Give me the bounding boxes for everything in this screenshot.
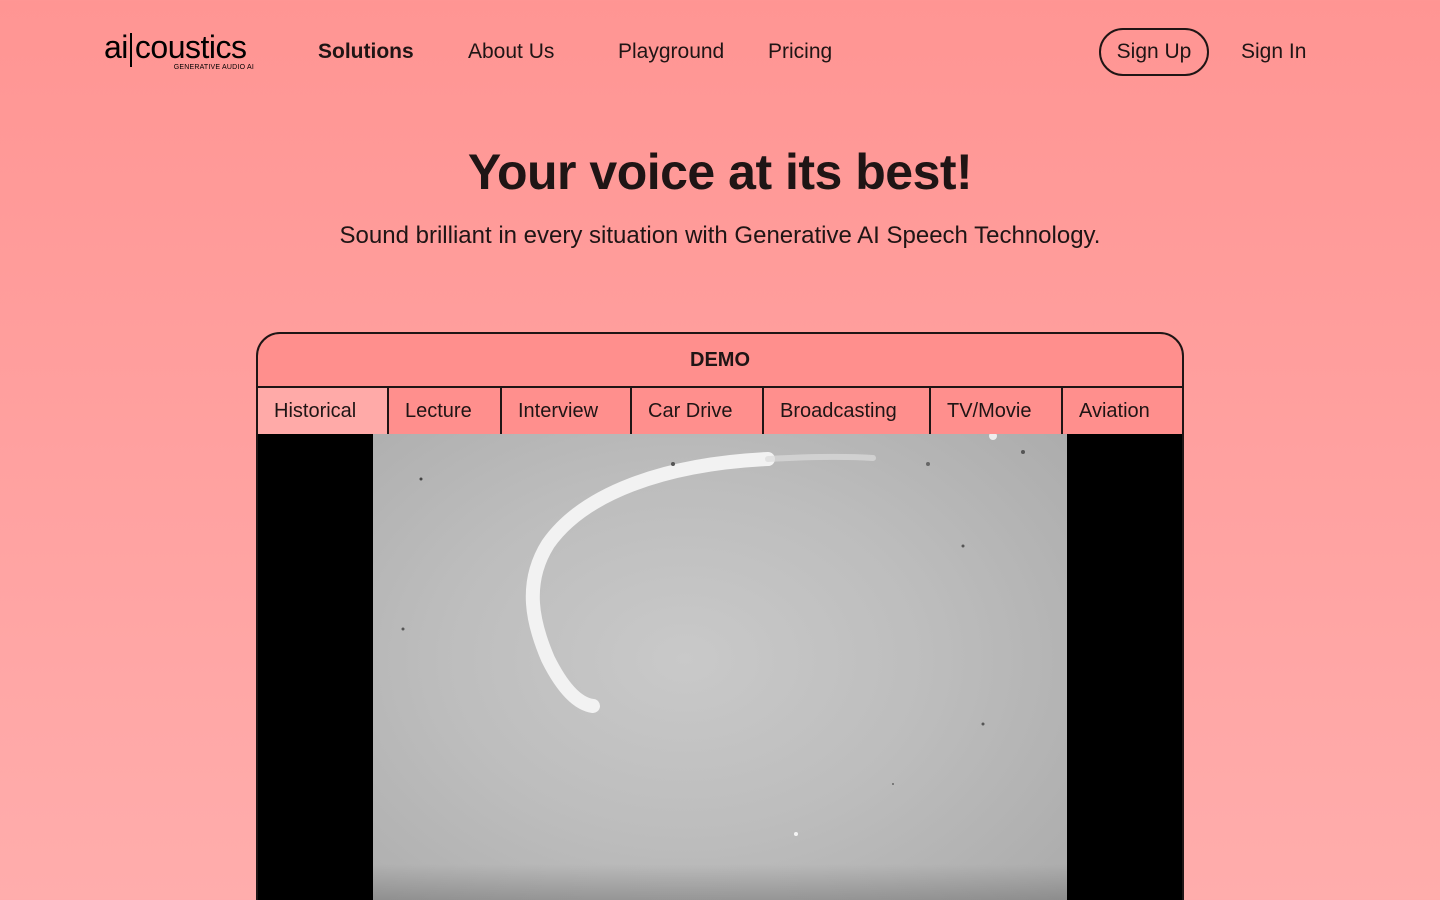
sign-up-button[interactable]: Sign Up [1099,28,1209,76]
nav-playground[interactable]: Playground [618,38,724,66]
tab-tv-movie[interactable]: TV/Movie [931,388,1063,434]
logo-tagline: GENERATIVE AUDIO AI [173,64,254,71]
tab-car-drive[interactable]: Car Drive [632,388,764,434]
demo-video-player[interactable] [258,434,1182,900]
tab-lecture[interactable]: Lecture [389,388,502,434]
brand-logo[interactable]: ai coustics GENERATIVE AUDIO AI [104,30,256,74]
tab-interview[interactable]: Interview [502,388,632,434]
video-frame [373,434,1067,900]
tab-broadcasting[interactable]: Broadcasting [764,388,931,434]
hero-title: Your voice at its best! [467,144,973,200]
demo-header: DEMO [258,334,1182,388]
logo-wordmark: ai coustics [104,29,247,67]
tab-aviation[interactable]: Aviation [1063,388,1182,434]
video-controls-shade [373,864,1067,900]
demo-tabs: Historical Lecture Interview Car Drive B… [258,388,1182,434]
nav-pricing[interactable]: Pricing [768,38,832,66]
top-navigation: ai coustics GENERATIVE AUDIO AI Solutions… [0,0,1440,104]
nav-about-us[interactable]: About Us [468,38,554,66]
sign-in-link[interactable]: Sign In [1241,38,1306,66]
logo-divider [129,33,132,67]
video-still-image [401,434,1025,836]
nav-solutions[interactable]: Solutions [318,38,414,66]
demo-panel: DEMO Historical Lecture Interview Car Dr… [256,332,1184,900]
tab-historical[interactable]: Historical [258,388,389,434]
hero-subtitle: Sound brilliant in every situation with … [339,222,1101,249]
